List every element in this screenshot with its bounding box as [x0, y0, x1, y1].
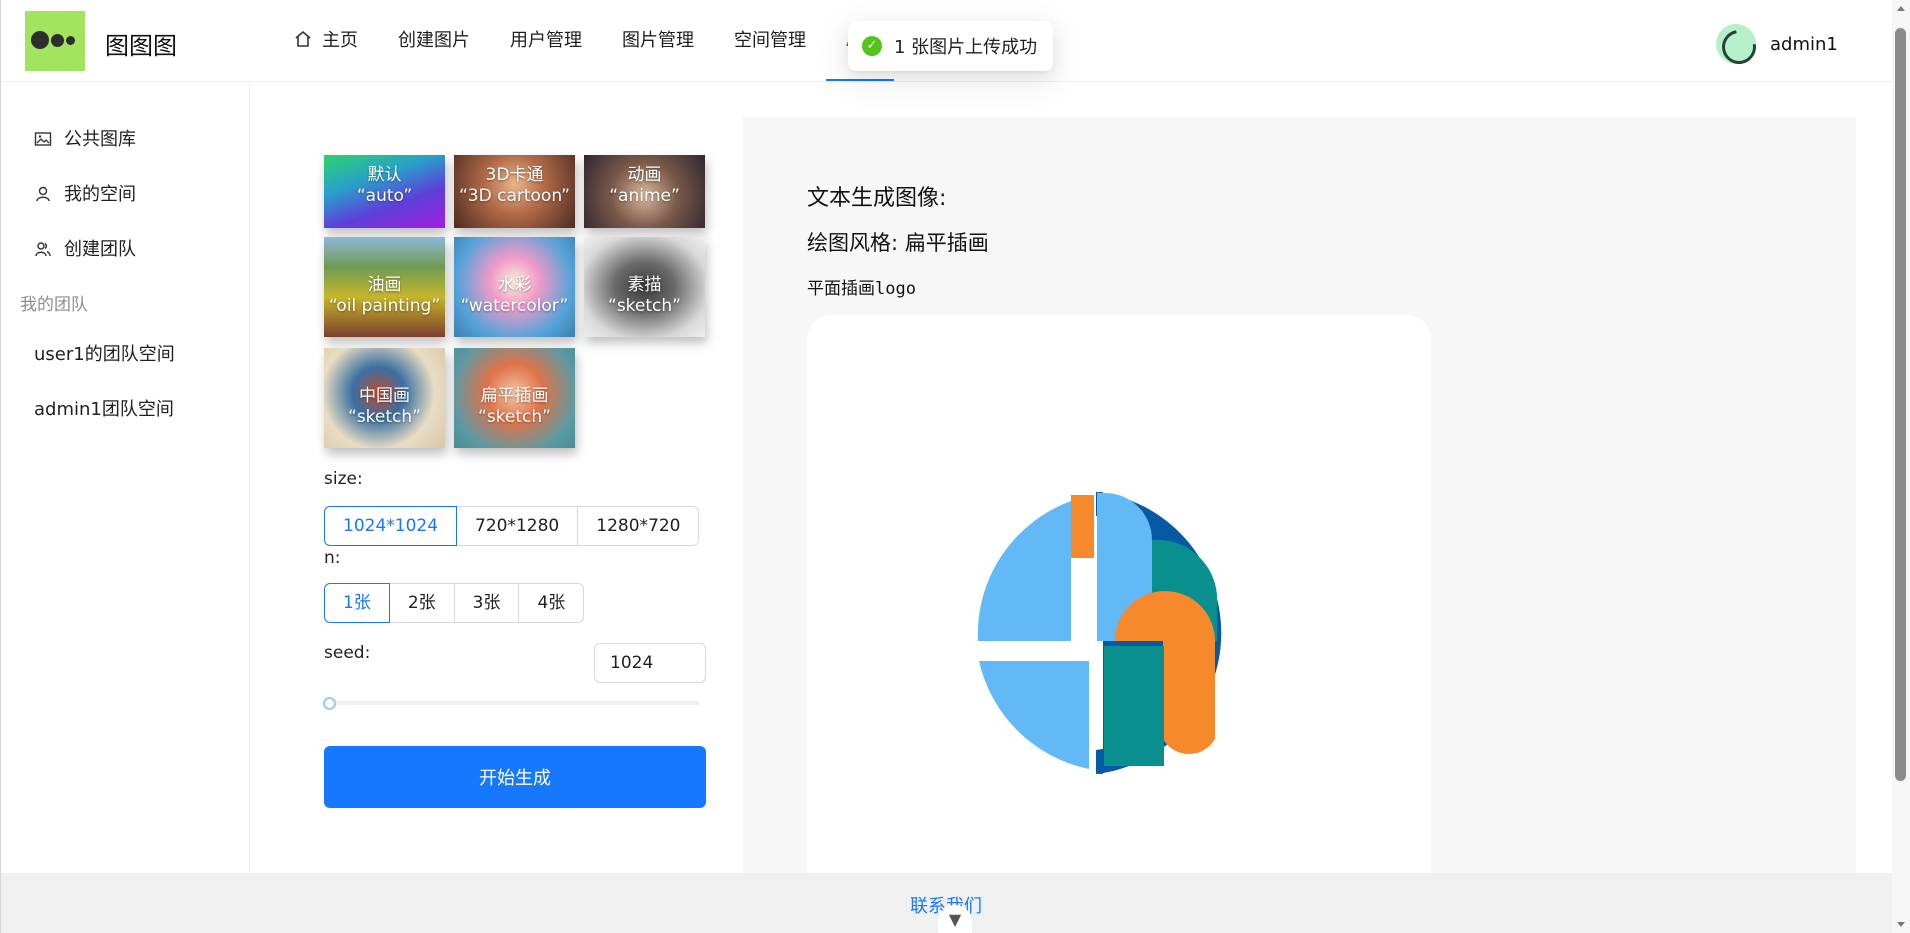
style-card-anime[interactable]: 动画 “anime” — [584, 155, 705, 228]
generate-button[interactable]: 开始生成 — [324, 746, 706, 808]
back-to-top-button[interactable]: ▼ — [938, 905, 972, 933]
nav-label: 主页 — [322, 30, 358, 51]
sidebar: 公共图库 我的空间 创建团队 我的团队 user1的团队空间 admin1团队空… — [0, 82, 250, 873]
style-value: “watercolor” — [460, 296, 569, 316]
style-value: “auto” — [356, 186, 413, 206]
result-style: 绘图风格: 扁平插画 — [807, 231, 989, 255]
scroll-thumb[interactable] — [1895, 28, 1906, 781]
toast-message: 1 张图片上传成功 — [894, 37, 1038, 58]
size-label: size: — [324, 469, 363, 489]
style-card-oil-painting[interactable]: 油画 “oil painting” — [324, 237, 445, 337]
style-name: 油画 — [367, 275, 402, 295]
seed-input[interactable] — [594, 643, 706, 683]
nav-item-space-management[interactable]: 空间管理 — [714, 0, 826, 82]
style-card-chinese-painting[interactable]: 中国画 “sketch” — [324, 348, 445, 448]
sidebar-item-public-gallery[interactable]: 公共图库 — [0, 118, 249, 162]
result-prompt: 平面插画logo — [807, 279, 916, 299]
seed-slider-handle[interactable] — [323, 697, 336, 710]
size-option-720x1280[interactable]: 720*1280 — [456, 506, 579, 546]
sidebar-item-label: 创建团队 — [64, 239, 136, 260]
sidebar-item-label: 公共图库 — [64, 129, 136, 150]
style-name: 中国画 — [359, 386, 410, 406]
sidebar-item-my-space[interactable]: 我的空间 — [0, 173, 249, 217]
style-card-auto[interactable]: 默认 “auto” — [324, 155, 445, 228]
style-value: “anime” — [609, 186, 680, 206]
sidebar-group-title: 我的团队 — [20, 295, 88, 315]
avatar[interactable] — [1716, 24, 1756, 64]
window-border — [0, 0, 1, 933]
style-value: “sketch” — [348, 407, 421, 427]
generated-image-card[interactable] — [807, 315, 1431, 873]
scroll-up-icon[interactable] — [1897, 6, 1905, 11]
style-card-flat-illustration[interactable]: 扁平插画 “sketch” — [454, 348, 575, 448]
style-value: “3D cartoon” — [459, 186, 570, 206]
scroll-down-icon[interactable] — [1897, 922, 1905, 927]
style-card-watercolor[interactable]: 水彩 “watercolor” — [454, 237, 575, 337]
sidebar-item-create-team[interactable]: 创建团队 — [0, 228, 249, 272]
nav-item-create-image[interactable]: 创建图片 — [378, 0, 490, 82]
page-scrollbar[interactable] — [1892, 0, 1910, 933]
main-nav: 主页 创建图片 用户管理 图片管理 空间管理 A — [280, 0, 894, 82]
size-option-1024x1024[interactable]: 1024*1024 — [324, 506, 458, 546]
team-icon — [35, 242, 51, 257]
style-name: 3D卡通 — [485, 165, 544, 185]
user-name: admin1 — [1770, 33, 1838, 55]
style-card-3d-cartoon[interactable]: 3D卡通 “3D cartoon” — [454, 155, 575, 228]
style-card-sketch[interactable]: 素描 “sketch” — [584, 237, 705, 337]
n-label: n: — [324, 548, 341, 568]
generated-logo-image — [977, 492, 1222, 774]
style-name: 默认 — [367, 165, 402, 185]
user-menu[interactable]: admin1 — [1716, 24, 1838, 64]
style-name: 扁平插画 — [480, 386, 549, 406]
result-title: 文本生成图像: — [807, 186, 947, 211]
nav-item-home[interactable]: 主页 — [280, 0, 378, 82]
home-icon — [295, 30, 311, 47]
sidebar-item-team-admin1[interactable]: admin1团队空间 — [0, 388, 249, 432]
count-radio-group: 1张 2张 3张 4张 — [324, 583, 585, 623]
app-logo[interactable] — [25, 11, 85, 71]
style-name: 素描 — [627, 275, 662, 295]
user-icon — [36, 186, 50, 202]
picture-icon — [34, 132, 52, 146]
nav-item-image-management[interactable]: 图片管理 — [602, 0, 714, 82]
style-value: “sketch” — [478, 407, 551, 427]
size-option-1280x720[interactable]: 1280*720 — [577, 506, 700, 546]
seed-label: seed: — [324, 643, 371, 663]
success-toast: ✓ 1 张图片上传成功 — [848, 21, 1054, 71]
sidebar-item-label: 我的空间 — [64, 184, 136, 205]
style-value: “oil painting” — [328, 296, 441, 316]
count-option-2[interactable]: 2张 — [388, 583, 455, 623]
count-option-4[interactable]: 4张 — [518, 583, 585, 623]
style-value: “sketch” — [608, 296, 681, 316]
seed-slider-rail[interactable] — [329, 701, 699, 705]
sidebar-item-team-user1[interactable]: user1的团队空间 — [0, 333, 249, 377]
count-option-3[interactable]: 3张 — [453, 583, 520, 623]
check-circle-icon: ✓ — [862, 36, 882, 56]
style-name: 动画 — [627, 165, 662, 185]
size-radio-group: 1024*1024 720*1280 1280*720 — [324, 506, 700, 546]
count-option-1[interactable]: 1张 — [324, 583, 390, 623]
style-name: 水彩 — [497, 275, 532, 295]
nav-item-user-management[interactable]: 用户管理 — [490, 0, 602, 82]
app-title: 图图图 — [105, 32, 177, 60]
